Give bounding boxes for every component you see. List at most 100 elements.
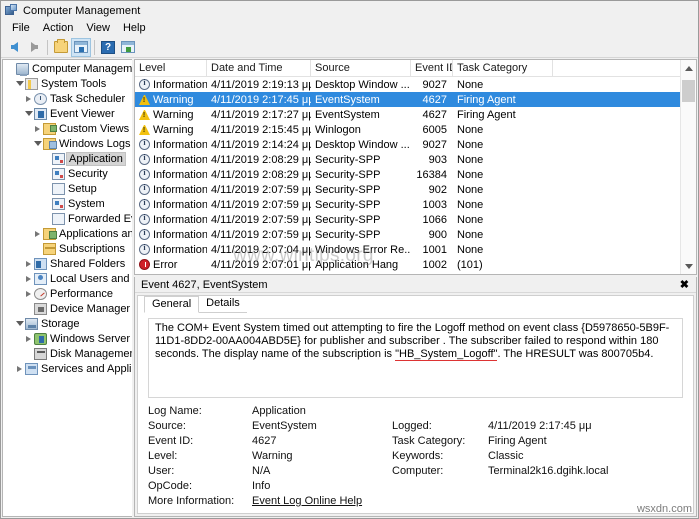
sidebar-item-storage[interactable]: Storage (3, 316, 132, 331)
table-row[interactable]: Information 4/11/2019 2:07:59 μμ Security-… (135, 182, 680, 197)
event-viewer-icon (34, 107, 47, 120)
table-row[interactable]: Information 4/11/2019 2:07:59 μμ Security-… (135, 197, 680, 212)
scroll-up-icon[interactable] (681, 60, 696, 76)
table-row[interactable]: Information 4/11/2019 2:14:24 μμ Desktop W… (135, 137, 680, 152)
event-details-title: Event 4627, EventSystem (141, 278, 268, 291)
event-list-scrollbar[interactable] (680, 60, 696, 274)
column-header-event-id[interactable]: Event ID (411, 60, 453, 76)
sidebar-item-applications-and-se[interactable]: Applications and Se (3, 226, 132, 241)
scrollbar-track[interactable] (681, 76, 696, 258)
tab-general[interactable]: General (144, 296, 200, 313)
level-text: Information (153, 198, 207, 211)
services-applications-icon (25, 362, 38, 375)
system-log-icon (52, 197, 65, 210)
chevron-right-icon[interactable] (23, 260, 34, 267)
menu-help[interactable]: Help (117, 21, 153, 36)
opcode-label: OpCode: (148, 480, 193, 492)
menu-bar: File Action View Help (1, 20, 698, 37)
menu-file[interactable]: File (6, 21, 37, 36)
console-tree[interactable]: Computer Management (Local System Tools Ta… (2, 59, 132, 517)
windows-server-backup-icon (34, 332, 47, 345)
sidebar-item-device-manager[interactable]: Device Manager (3, 301, 132, 316)
task-category-label: Task Category: (392, 435, 466, 447)
cell-source: Application Hang (315, 258, 399, 271)
sidebar-item-custom-views[interactable]: Custom Views (3, 121, 132, 136)
cell-level: Information (135, 154, 207, 166)
event-log-online-help-link[interactable]: Event Log Online Help (252, 494, 392, 509)
cell-task-category: None (457, 213, 484, 226)
column-header-date-time[interactable]: Date and Time (207, 60, 311, 76)
cell-event-id: 1003 (422, 198, 447, 211)
tab-details[interactable]: Details (199, 296, 247, 313)
chevron-right-icon[interactable] (23, 95, 34, 102)
table-row[interactable]: Error 4/11/2019 2:07:01 μμ Application Han… (135, 257, 680, 272)
cell-date-time: 4/11/2019 2:07:59 μμ (211, 213, 311, 226)
sidebar-item-application[interactable]: Application (3, 151, 132, 166)
setup-log-icon (52, 182, 65, 195)
sidebar-item-performance[interactable]: Performance (3, 286, 132, 301)
sidebar-item-setup[interactable]: Setup (3, 181, 132, 196)
table-row[interactable]: Information 4/11/2019 2:07:59 μμ Security-… (135, 212, 680, 227)
chevron-right-icon[interactable] (23, 335, 34, 342)
sidebar-item-task-scheduler[interactable]: Task Scheduler (3, 91, 132, 106)
sidebar-item-label: System (68, 197, 105, 210)
chevron-right-icon[interactable] (23, 275, 34, 282)
help-icon[interactable]: ? (98, 38, 118, 57)
sidebar-item-event-viewer[interactable]: Event Viewer (3, 106, 132, 121)
chevron-right-icon[interactable] (23, 290, 34, 297)
event-description[interactable]: The COM+ Event System timed out attempti… (148, 318, 683, 398)
table-row[interactable]: Information 4/11/2019 2:08:29 μμ Security-… (135, 152, 680, 167)
chevron-down-icon[interactable] (23, 111, 34, 116)
menu-view[interactable]: View (80, 21, 117, 36)
table-row[interactable]: Information 4/11/2019 2:07:04 μμ Windows E… (135, 242, 680, 257)
sidebar-item-system-tools[interactable]: System Tools (3, 76, 132, 91)
cell-level: Warning (135, 109, 207, 121)
sidebar-item-shared-folders[interactable]: Shared Folders (3, 256, 132, 271)
column-header-level[interactable]: Level (135, 60, 207, 76)
warning-icon (139, 94, 150, 105)
sidebar-item-disk-management[interactable]: Disk Management (3, 346, 132, 361)
metadata-row-level-keywords: Level: Warning Keywords: Classic (148, 449, 693, 464)
chevron-right-icon[interactable] (32, 230, 43, 237)
table-row[interactable]: Information 4/11/2019 2:08:29 μμ Security-… (135, 167, 680, 182)
sidebar-item-subscriptions[interactable]: Subscriptions (3, 241, 132, 256)
cell-task-category: None (457, 138, 484, 151)
sidebar-item-computer-management-local[interactable]: Computer Management (Local (3, 61, 132, 76)
menu-action[interactable]: Action (37, 21, 81, 36)
show-folder-icon[interactable] (51, 38, 71, 57)
table-row[interactable]: Information4/11/2019 2:07:01 μμWindows E… (135, 272, 680, 275)
sidebar-item-security[interactable]: Security (3, 166, 132, 181)
table-row[interactable]: Warning 4/11/2019 2:17:45 μμ EventSystem 46… (135, 92, 680, 107)
chevron-right-icon[interactable] (32, 125, 43, 132)
sidebar-item-windows-server-backup[interactable]: Windows Server Backup (3, 331, 132, 346)
show-hide-console-tree-icon[interactable] (71, 37, 91, 57)
close-icon[interactable]: ✖ (678, 278, 691, 291)
sidebar-item-label: Setup (68, 182, 97, 195)
cell-task-category: None (457, 123, 484, 136)
chevron-right-icon[interactable] (14, 365, 25, 372)
computer-management-window: Computer Management File Action View Hel… (0, 0, 699, 519)
column-header-task-category[interactable]: Task Category (453, 60, 553, 76)
keywords-value: Classic (488, 450, 524, 462)
level-label: Level: (148, 450, 178, 462)
show-hide-action-pane-icon[interactable] (118, 38, 138, 57)
back-arrow-icon[interactable] (4, 38, 24, 57)
sidebar-item-services-and-applications[interactable]: Services and Applications (3, 361, 132, 376)
local-users-groups-icon (34, 272, 47, 285)
scroll-down-icon[interactable] (681, 258, 696, 274)
table-row[interactable]: Information 4/11/2019 2:07:59 μμ Security-… (135, 227, 680, 242)
table-row[interactable]: Information 4/11/2019 2:19:13 μμ Desktop W… (135, 77, 680, 92)
forward-arrow-icon[interactable] (24, 38, 44, 57)
table-row[interactable]: Warning 4/11/2019 2:17:27 μμ EventSystem 46… (135, 107, 680, 122)
sidebar-item-local-users-and-groups[interactable]: Local Users and Groups (3, 271, 132, 286)
sidebar-item-windows-logs[interactable]: Windows Logs (3, 136, 132, 151)
chevron-down-icon[interactable] (14, 81, 25, 86)
sidebar-item-forwarded-event[interactable]: Forwarded Event (3, 211, 132, 226)
column-header-source[interactable]: Source (311, 60, 411, 76)
chevron-down-icon[interactable] (32, 141, 43, 146)
sidebar-item-system[interactable]: System (3, 196, 132, 211)
event-list-rows[interactable]: Information 4/11/2019 2:19:13 μμ Desktop W… (135, 77, 680, 274)
chevron-down-icon[interactable] (14, 321, 25, 326)
scrollbar-thumb[interactable] (682, 80, 695, 102)
table-row[interactable]: Warning 4/11/2019 2:15:45 μμ Winlogon 6005 N… (135, 122, 680, 137)
